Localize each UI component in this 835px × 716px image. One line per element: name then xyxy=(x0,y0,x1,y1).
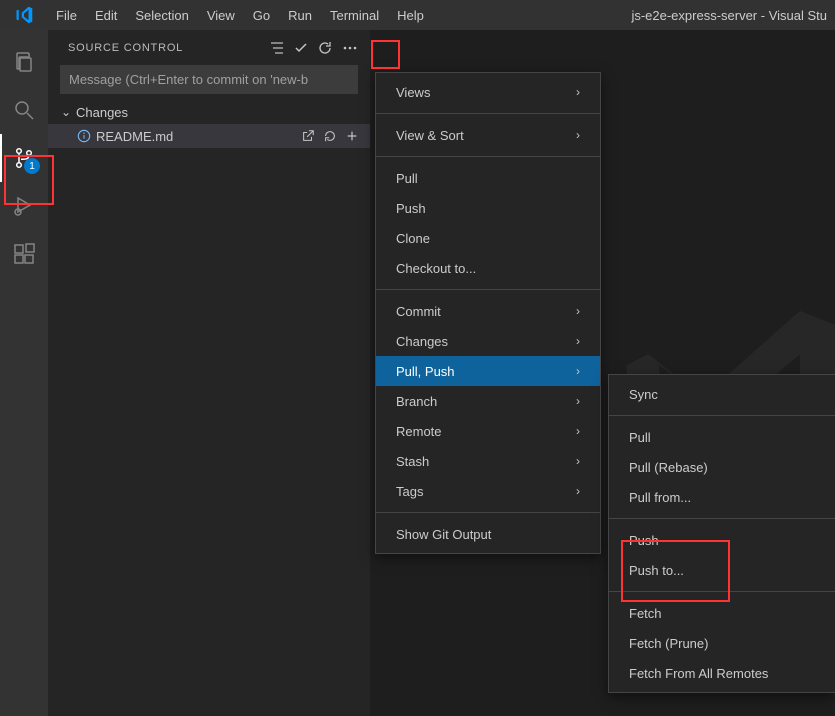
window-title: js-e2e-express-server - Visual Stu xyxy=(631,8,835,23)
menu-checkout[interactable]: Checkout to... xyxy=(376,253,600,283)
menu-run[interactable]: Run xyxy=(280,4,320,27)
activity-run-debug[interactable] xyxy=(0,182,48,230)
menu-changes[interactable]: Changes› xyxy=(376,326,600,356)
chevron-down-icon: ⌄ xyxy=(58,105,74,119)
scm-badge: 1 xyxy=(24,158,40,174)
scm-more-menu: Views› View & Sort› Pull Push Clone Chec… xyxy=(375,72,601,554)
changes-section[interactable]: ⌄ Changes xyxy=(48,100,370,124)
menu-selection[interactable]: Selection xyxy=(127,4,196,27)
chevron-right-icon: › xyxy=(576,394,580,408)
chevron-right-icon: › xyxy=(576,85,580,99)
chevron-right-icon: › xyxy=(576,128,580,142)
changed-file[interactable]: README.md xyxy=(48,124,370,148)
stage-plus-icon[interactable] xyxy=(342,125,362,147)
info-file-icon xyxy=(76,128,92,144)
view-as-tree-icon[interactable] xyxy=(266,37,288,59)
menu-go[interactable]: Go xyxy=(245,4,278,27)
chevron-right-icon: › xyxy=(576,484,580,498)
menu-separator xyxy=(376,113,600,114)
menu-view[interactable]: View xyxy=(199,4,243,27)
menu-show-git-output[interactable]: Show Git Output xyxy=(376,519,600,549)
submenu-pull-from[interactable]: Pull from... xyxy=(609,482,835,512)
chevron-right-icon: › xyxy=(576,364,580,378)
menu-pull[interactable]: Pull xyxy=(376,163,600,193)
activity-extensions[interactable] xyxy=(0,230,48,278)
menu-view-sort[interactable]: View & Sort› xyxy=(376,120,600,150)
activity-search[interactable] xyxy=(0,86,48,134)
changes-label: Changes xyxy=(76,105,128,120)
open-file-icon[interactable] xyxy=(298,125,318,147)
menu-views[interactable]: Views› xyxy=(376,77,600,107)
menu-stash[interactable]: Stash› xyxy=(376,446,600,476)
refresh-icon[interactable] xyxy=(314,37,336,59)
menu-remote[interactable]: Remote› xyxy=(376,416,600,446)
activity-explorer[interactable] xyxy=(0,38,48,86)
chevron-right-icon: › xyxy=(576,454,580,468)
chevron-right-icon: › xyxy=(576,334,580,348)
activity-source-control[interactable]: 1 xyxy=(0,134,48,182)
menu-clone[interactable]: Clone xyxy=(376,223,600,253)
discard-icon[interactable] xyxy=(320,125,340,147)
pull-push-submenu: Sync Pull Pull (Rebase) Pull from... Pus… xyxy=(608,374,835,693)
chevron-right-icon: › xyxy=(576,424,580,438)
menu-help[interactable]: Help xyxy=(389,4,432,27)
menu-separator xyxy=(609,518,835,519)
menu-file[interactable]: File xyxy=(48,4,85,27)
menu-push[interactable]: Push xyxy=(376,193,600,223)
submenu-push-to[interactable]: Push to... xyxy=(609,555,835,585)
menu-tags[interactable]: Tags› xyxy=(376,476,600,506)
file-name: README.md xyxy=(96,129,298,144)
activity-bar: 1 xyxy=(0,30,48,716)
menu-bar: File Edit Selection View Go Run Terminal… xyxy=(48,4,432,27)
submenu-pull[interactable]: Pull xyxy=(609,422,835,452)
menu-pull-push[interactable]: Pull, Push› xyxy=(376,356,600,386)
vscode-logo-icon xyxy=(0,6,48,24)
submenu-fetch[interactable]: Fetch xyxy=(609,598,835,628)
commit-check-icon[interactable] xyxy=(290,37,312,59)
more-actions-icon[interactable] xyxy=(338,36,362,60)
panel-title: SOURCE CONTROL xyxy=(68,42,266,54)
submenu-fetch-all[interactable]: Fetch From All Remotes xyxy=(609,658,835,688)
commit-message-input[interactable]: Message (Ctrl+Enter to commit on 'new-b xyxy=(60,65,358,94)
submenu-sync[interactable]: Sync xyxy=(609,379,835,409)
menu-separator xyxy=(609,591,835,592)
chevron-right-icon: › xyxy=(576,304,580,318)
menu-separator xyxy=(376,289,600,290)
menu-terminal[interactable]: Terminal xyxy=(322,4,387,27)
source-control-panel: SOURCE CONTROL Message (Ctrl+Enter to co… xyxy=(48,30,370,716)
menu-edit[interactable]: Edit xyxy=(87,4,125,27)
submenu-push[interactable]: Push xyxy=(609,525,835,555)
menu-separator xyxy=(376,156,600,157)
menu-commit[interactable]: Commit› xyxy=(376,296,600,326)
menu-separator xyxy=(376,512,600,513)
submenu-fetch-prune[interactable]: Fetch (Prune) xyxy=(609,628,835,658)
menu-separator xyxy=(609,415,835,416)
menu-branch[interactable]: Branch› xyxy=(376,386,600,416)
submenu-pull-rebase[interactable]: Pull (Rebase) xyxy=(609,452,835,482)
